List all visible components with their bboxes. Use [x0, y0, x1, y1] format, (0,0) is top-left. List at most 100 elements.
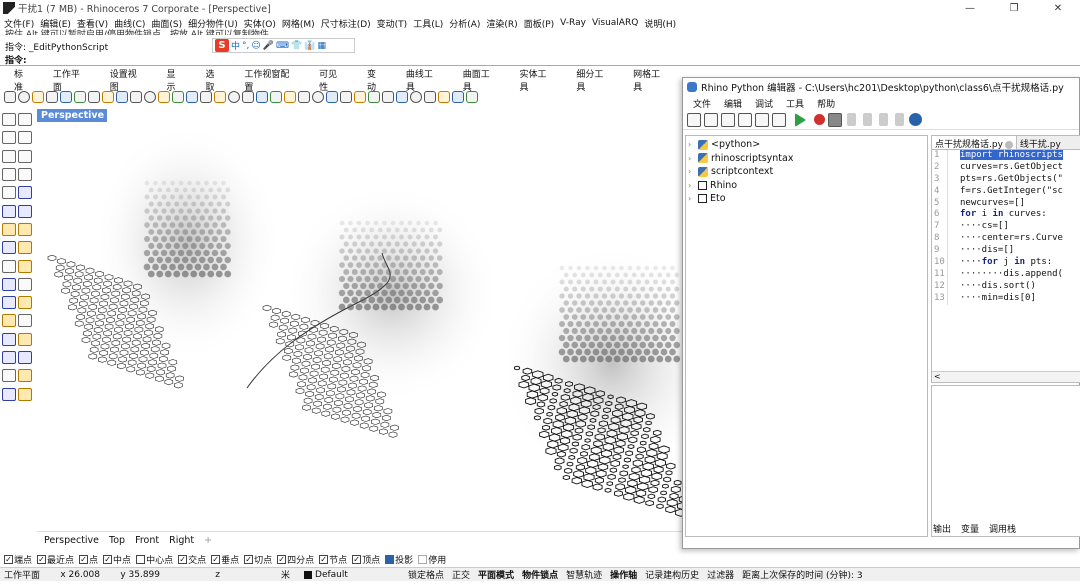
toolbar-tool-icon[interactable] [368, 91, 380, 103]
left-tool-icon[interactable] [18, 259, 32, 273]
left-tool-icon[interactable] [2, 204, 16, 218]
debug-icon[interactable] [814, 114, 825, 125]
toolbar-tool-icon[interactable] [74, 91, 86, 103]
close-tab-icon[interactable] [1004, 140, 1013, 149]
left-tool-icon[interactable] [18, 167, 32, 181]
break-icon[interactable] [895, 113, 904, 126]
osnap-toggle[interactable]: ✓ 节点 [319, 553, 347, 566]
expand-chevron-icon[interactable]: › [688, 140, 698, 149]
menu-item[interactable]: 说明(H) [644, 17, 676, 30]
toolbar-tool-icon[interactable] [340, 91, 352, 103]
menu-item[interactable]: V-Ray [560, 18, 586, 28]
menu-item[interactable]: 分析(A) [449, 17, 480, 30]
osnap-toggle[interactable]: ✓ 最近点 [37, 553, 74, 566]
status-toggle[interactable]: 过滤器 [703, 568, 738, 581]
status-toggle[interactable]: 记录建构历史 [641, 568, 703, 581]
run-icon[interactable] [795, 112, 806, 127]
left-tool-icon[interactable] [18, 351, 32, 365]
left-tool-icon[interactable] [18, 131, 32, 145]
step-into-icon[interactable] [847, 113, 856, 126]
toolbar-tool-icon[interactable] [186, 91, 198, 103]
toolbar-tool-icon[interactable] [242, 91, 254, 103]
osnap-toggle[interactable]: ✓ 中点 [103, 553, 131, 566]
menu-item[interactable]: 面板(P) [524, 17, 554, 30]
left-tool-icon[interactable] [2, 167, 16, 181]
left-tool-icon[interactable] [18, 387, 32, 401]
left-tool-icon[interactable] [18, 369, 32, 383]
toolbar-tool-icon[interactable] [424, 91, 436, 103]
viewport-title[interactable]: Perspective ▼ [37, 109, 115, 122]
new-icon[interactable] [687, 112, 701, 127]
ime-item[interactable]: ⌨ [276, 41, 289, 51]
toolbar-tool-icon[interactable] [158, 91, 170, 103]
toolbar-tool-icon[interactable] [144, 91, 156, 103]
stop-icon[interactable] [828, 112, 842, 127]
left-tool-icon[interactable] [2, 222, 16, 236]
toolbar-tool-icon[interactable] [214, 91, 226, 103]
saveas-icon[interactable] [755, 112, 769, 127]
code-tab[interactable]: 点干扰规格话.py [932, 136, 1017, 150]
toolbar-tool-icon[interactable] [326, 91, 338, 103]
save-all-icon[interactable] [738, 112, 752, 127]
left-tool-icon[interactable] [2, 369, 16, 383]
toolbar-tool-icon[interactable] [354, 91, 366, 103]
toolbar-tool-icon[interactable] [466, 91, 478, 103]
viewport-tab[interactable]: Front [135, 535, 159, 546]
status-toggle[interactable]: 物件锁点 [518, 568, 562, 581]
left-tool-icon[interactable] [2, 296, 16, 310]
left-tool-icon[interactable] [18, 149, 32, 163]
ime-item[interactable]: 中 [231, 39, 240, 52]
osnap-toggle[interactable]: ✓ 端点 [4, 553, 32, 566]
status-toggle[interactable]: 平面模式 [474, 568, 518, 581]
toolbar-tool-icon[interactable] [32, 91, 44, 103]
menu-item[interactable]: 渲染(R) [486, 17, 517, 30]
osnap-toggle[interactable]: 中心点 [136, 553, 173, 566]
viewport-tab[interactable]: Right [169, 535, 194, 546]
step-out-icon[interactable] [879, 113, 888, 126]
step-over-icon[interactable] [863, 113, 872, 126]
left-tool-icon[interactable] [18, 113, 32, 126]
left-tool-icon[interactable] [18, 186, 32, 200]
output-tab[interactable]: 调用栈 [989, 522, 1016, 535]
menu-item[interactable]: 工具(L) [413, 17, 443, 30]
menu-item[interactable]: VisualARQ [592, 18, 638, 28]
viewport-tab[interactable]: Perspective [44, 535, 99, 546]
expand-chevron-icon[interactable]: › [688, 181, 698, 190]
editor-menu-item[interactable]: 编辑 [724, 97, 742, 110]
status-toggle[interactable]: 距离上次保存的时间 (分钟): 3 [738, 568, 867, 581]
left-tool-icon[interactable] [18, 241, 32, 255]
ime-item[interactable]: 👔 [304, 41, 315, 51]
viewport-menu-arrow-icon[interactable]: ▼ [110, 112, 115, 120]
osnap-toggle[interactable]: ✓ 四分点 [277, 553, 314, 566]
expand-chevron-icon[interactable]: › [688, 167, 698, 176]
toolbar-tool-icon[interactable] [228, 91, 240, 103]
toolbar-tool-icon[interactable] [452, 91, 464, 103]
toolbar-tool-icon[interactable] [284, 91, 296, 103]
tree-node[interactable]: › Eto [688, 192, 925, 206]
ime-item[interactable]: ▦ [317, 41, 326, 51]
tree-node[interactable]: › scriptcontext [688, 165, 925, 179]
osnap-toggle[interactable]: ✓ 交点 [178, 553, 206, 566]
code-editor[interactable]: 点干扰规格话.py 线干扰.py 1 import rhinoscripts 2 cur… [931, 135, 1080, 383]
menu-item[interactable]: 网格(M) [282, 17, 315, 30]
toolbar-tool-icon[interactable] [60, 91, 72, 103]
ime-item[interactable]: °, [242, 41, 249, 51]
toolbar-tool-icon[interactable] [298, 91, 310, 103]
left-tool-icon[interactable] [2, 351, 16, 365]
left-tool-icon[interactable] [2, 113, 16, 126]
add-viewport-icon[interactable]: + [204, 535, 212, 546]
help-icon[interactable] [909, 113, 922, 126]
left-tool-icon[interactable] [18, 296, 32, 310]
editor-menu-item[interactable]: 工具 [786, 97, 804, 110]
status-toggle[interactable]: 正交 [448, 568, 474, 581]
scroll-left-icon[interactable]: < [934, 372, 941, 381]
osnap-toggle[interactable]: ✓ 点 [79, 553, 98, 566]
toolbar-tool-icon[interactable] [438, 91, 450, 103]
toolbar-tool-icon[interactable] [88, 91, 100, 103]
toolbar-tool-icon[interactable] [396, 91, 408, 103]
code-tab[interactable]: 线干扰.py [1017, 136, 1064, 150]
open-icon[interactable] [704, 112, 718, 127]
left-tool-icon[interactable] [2, 149, 16, 163]
toolbar-tool-icon[interactable] [172, 91, 184, 103]
ime-item[interactable]: 🎤 [263, 41, 274, 51]
